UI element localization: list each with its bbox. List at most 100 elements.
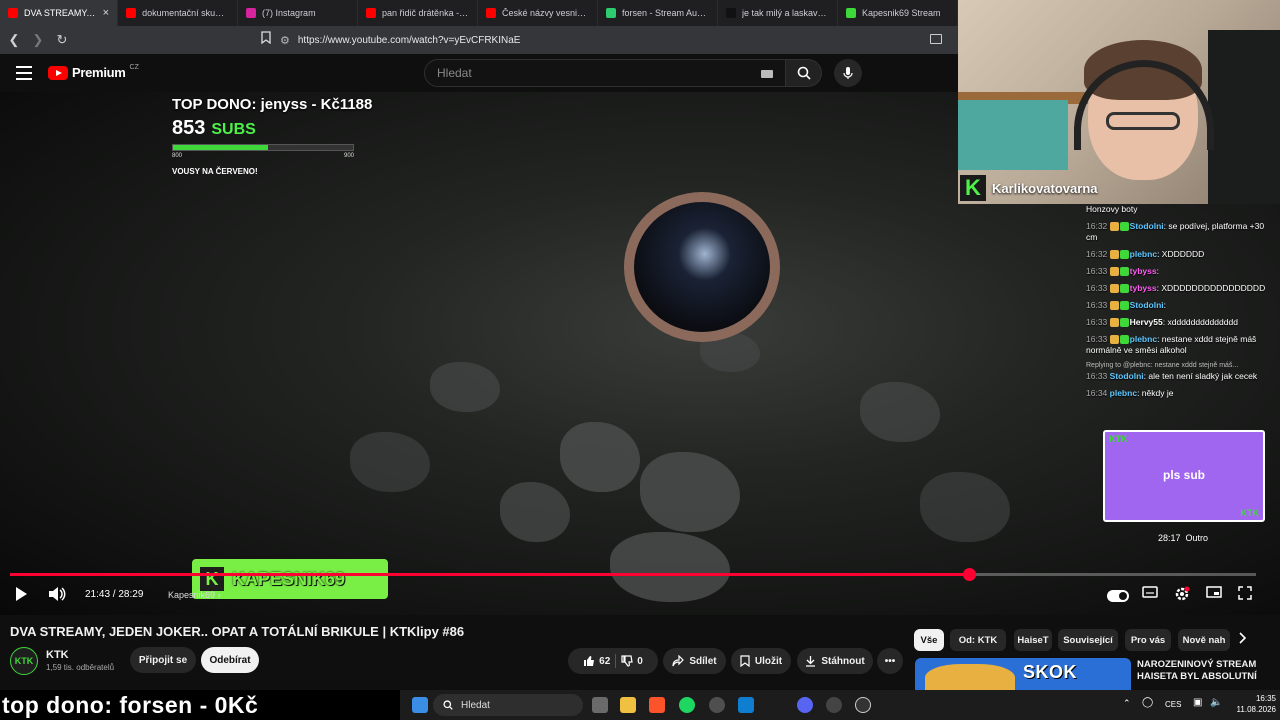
speaker-icon[interactable]: 🔈 — [1210, 697, 1222, 708]
subscribe-button[interactable]: Odebírat — [201, 647, 259, 673]
chat-badge-icon — [1119, 267, 1129, 277]
bookmark-icon — [740, 655, 750, 667]
share-button[interactable]: Sdílet — [663, 648, 726, 674]
favicon-icon — [725, 8, 736, 18]
monitor-icon[interactable]: ▣ — [1193, 697, 1202, 708]
file-explorer-icon[interactable] — [620, 697, 636, 713]
volume-icon[interactable] — [48, 586, 66, 602]
progress-bar[interactable] — [10, 568, 1256, 581]
obs-icon[interactable] — [855, 697, 871, 713]
chat-username[interactable]: Hervy55 — [1130, 317, 1163, 327]
chevron-up-icon[interactable]: ⌃ — [1123, 698, 1131, 709]
chat-timestamp: 16:32 — [1086, 221, 1108, 231]
subs-count: 853 — [172, 117, 206, 139]
brave-browser-icon[interactable] — [649, 697, 665, 713]
windows-start-icon[interactable] — [412, 697, 428, 713]
more-actions-button[interactable]: ••• — [877, 648, 903, 674]
search-input[interactable] — [437, 66, 737, 80]
keyboard-icon[interactable] — [761, 70, 773, 78]
autoplay-toggle[interactable] — [1107, 590, 1129, 602]
filter-chip[interactable]: Související — [1058, 629, 1118, 651]
search-button[interactable] — [786, 59, 822, 87]
network-icon[interactable]: ◯ — [1142, 697, 1153, 708]
channel-avatar[interactable]: KTK — [10, 647, 38, 675]
microphone-icon — [843, 67, 853, 79]
chat-timestamp: 16:33 — [1086, 317, 1108, 327]
goal-text: VOUSY NA ČERVENO! — [172, 167, 258, 176]
chat-username[interactable]: tybyss — [1130, 266, 1157, 276]
subs-max: 900 — [343, 153, 354, 159]
bookmark-icon[interactable] — [258, 31, 274, 49]
join-label: Připojit se — [138, 654, 188, 666]
channel-name[interactable]: KTK — [46, 649, 69, 661]
chat-username[interactable]: plebnc — [1110, 388, 1137, 398]
filter-chip[interactable]: Vše — [914, 629, 944, 651]
video-title: DVA STREAMY, JEDEN JOKER.. OPAT A TOTÁLN… — [10, 624, 465, 639]
save-button[interactable]: Uložit — [731, 648, 791, 674]
filter-chip[interactable]: Od: KTK — [950, 629, 1006, 651]
chat-text: ale ten není sladký jak cecek — [1148, 371, 1258, 381]
close-tab-icon[interactable]: × — [103, 7, 109, 19]
chat-message: 16:33 Stodolni: ale ten není sladký jak … — [1086, 371, 1258, 381]
discord-icon[interactable] — [797, 697, 813, 713]
address-bar[interactable]: ⚙ https://www.youtube.com/watch?v=yEvCFR… — [280, 30, 940, 50]
ccleaner-icon[interactable] — [709, 697, 725, 713]
download-button[interactable]: Stáhnout — [797, 648, 873, 674]
browser-tab[interactable]: České názvy vesnic jsou c — [478, 0, 598, 26]
settings-icon[interactable] — [1174, 586, 1190, 602]
browser-tab[interactable]: (7) Instagram — [238, 0, 359, 26]
subscriber-count: 1,59 tis. odběratelů — [46, 663, 115, 672]
filter-chip[interactable]: HaiseT — [1014, 629, 1052, 651]
join-button[interactable]: Připojit se — [130, 647, 196, 673]
chat-username[interactable]: Stodolni — [1110, 371, 1144, 381]
screenshot-icon[interactable] — [930, 34, 942, 44]
chat-message: 16:33 Stodolni: — [1086, 300, 1167, 311]
subtitles-icon[interactable] — [1142, 586, 1158, 598]
filter-chip[interactable]: Nově nah — [1178, 629, 1230, 651]
youtube-logo[interactable]: Premium CZ — [48, 64, 139, 80]
browser-tab[interactable]: DVA STREAMY, JEDEN × — [0, 0, 119, 26]
play-icon[interactable] — [14, 586, 28, 602]
chevron-right-icon: › — [217, 590, 221, 600]
browser-tab[interactable]: pan řidič drátěnka - YouT — [358, 0, 479, 26]
language-indicator[interactable]: CES — [1165, 700, 1181, 709]
share-icon — [672, 655, 685, 667]
current-time: 21:43 — [85, 589, 111, 600]
browser-tab[interactable]: dokumentační skupina - Y — [118, 0, 239, 26]
clock[interactable]: 16:35 11.08.2026 — [1236, 693, 1276, 715]
share-label: Sdílet — [689, 655, 717, 667]
chat-badge-icon — [1119, 335, 1129, 345]
app-icon[interactable] — [826, 697, 842, 713]
search-box — [424, 59, 786, 87]
chat-badge-icon — [1109, 318, 1119, 328]
chat-username[interactable]: plebnc — [1130, 334, 1157, 344]
miniplayer-icon[interactable] — [1206, 586, 1222, 598]
chevron-right-icon[interactable] — [1238, 632, 1246, 644]
like-count: 62 — [599, 655, 611, 667]
task-view-icon[interactable] — [592, 697, 608, 713]
chat-username[interactable]: plebnc — [1130, 249, 1157, 259]
forward-icon[interactable]: ❯ — [28, 30, 48, 50]
recommendation-title[interactable]: NAROZENINOVÝ STREAM HAISETA BYL ABSOLUTN… — [1137, 659, 1277, 683]
browser-tab[interactable]: je tak milý a laskavý🥹💖 — [718, 0, 838, 26]
voice-search-button[interactable] — [834, 59, 862, 87]
taskbar-search[interactable]: Hledat — [433, 694, 583, 716]
spotify-icon[interactable] — [679, 697, 695, 713]
filter-chip[interactable]: Pro vás — [1125, 629, 1171, 651]
like-button[interactable]: 62 — [583, 655, 610, 667]
chat-username[interactable]: Stodolni — [1130, 221, 1164, 231]
chat-message: 16:33 tybyss: XDDDDDDDDDDDDDDDD — [1086, 283, 1266, 294]
menu-icon[interactable] — [16, 66, 32, 80]
chat-username[interactable]: tybyss — [1130, 283, 1157, 293]
browser-tab[interactable]: forsen - Stream Aug 11, 2 — [598, 0, 718, 26]
site-settings-icon[interactable]: ⚙ — [280, 34, 290, 47]
reload-icon[interactable]: ↻ — [52, 30, 72, 50]
browser-tab[interactable]: Kapesnik69 Stream — [838, 0, 958, 26]
youtube-play-icon — [48, 65, 68, 80]
chat-username[interactable]: Stodolni — [1130, 300, 1164, 310]
fullscreen-icon[interactable] — [1238, 586, 1252, 600]
chapter-button[interactable]: Kapesnik69 › — [168, 590, 221, 600]
back-icon[interactable]: ❮ — [4, 30, 24, 50]
edge-icon[interactable] — [738, 697, 754, 713]
dislike-button[interactable]: 0 — [621, 655, 643, 667]
